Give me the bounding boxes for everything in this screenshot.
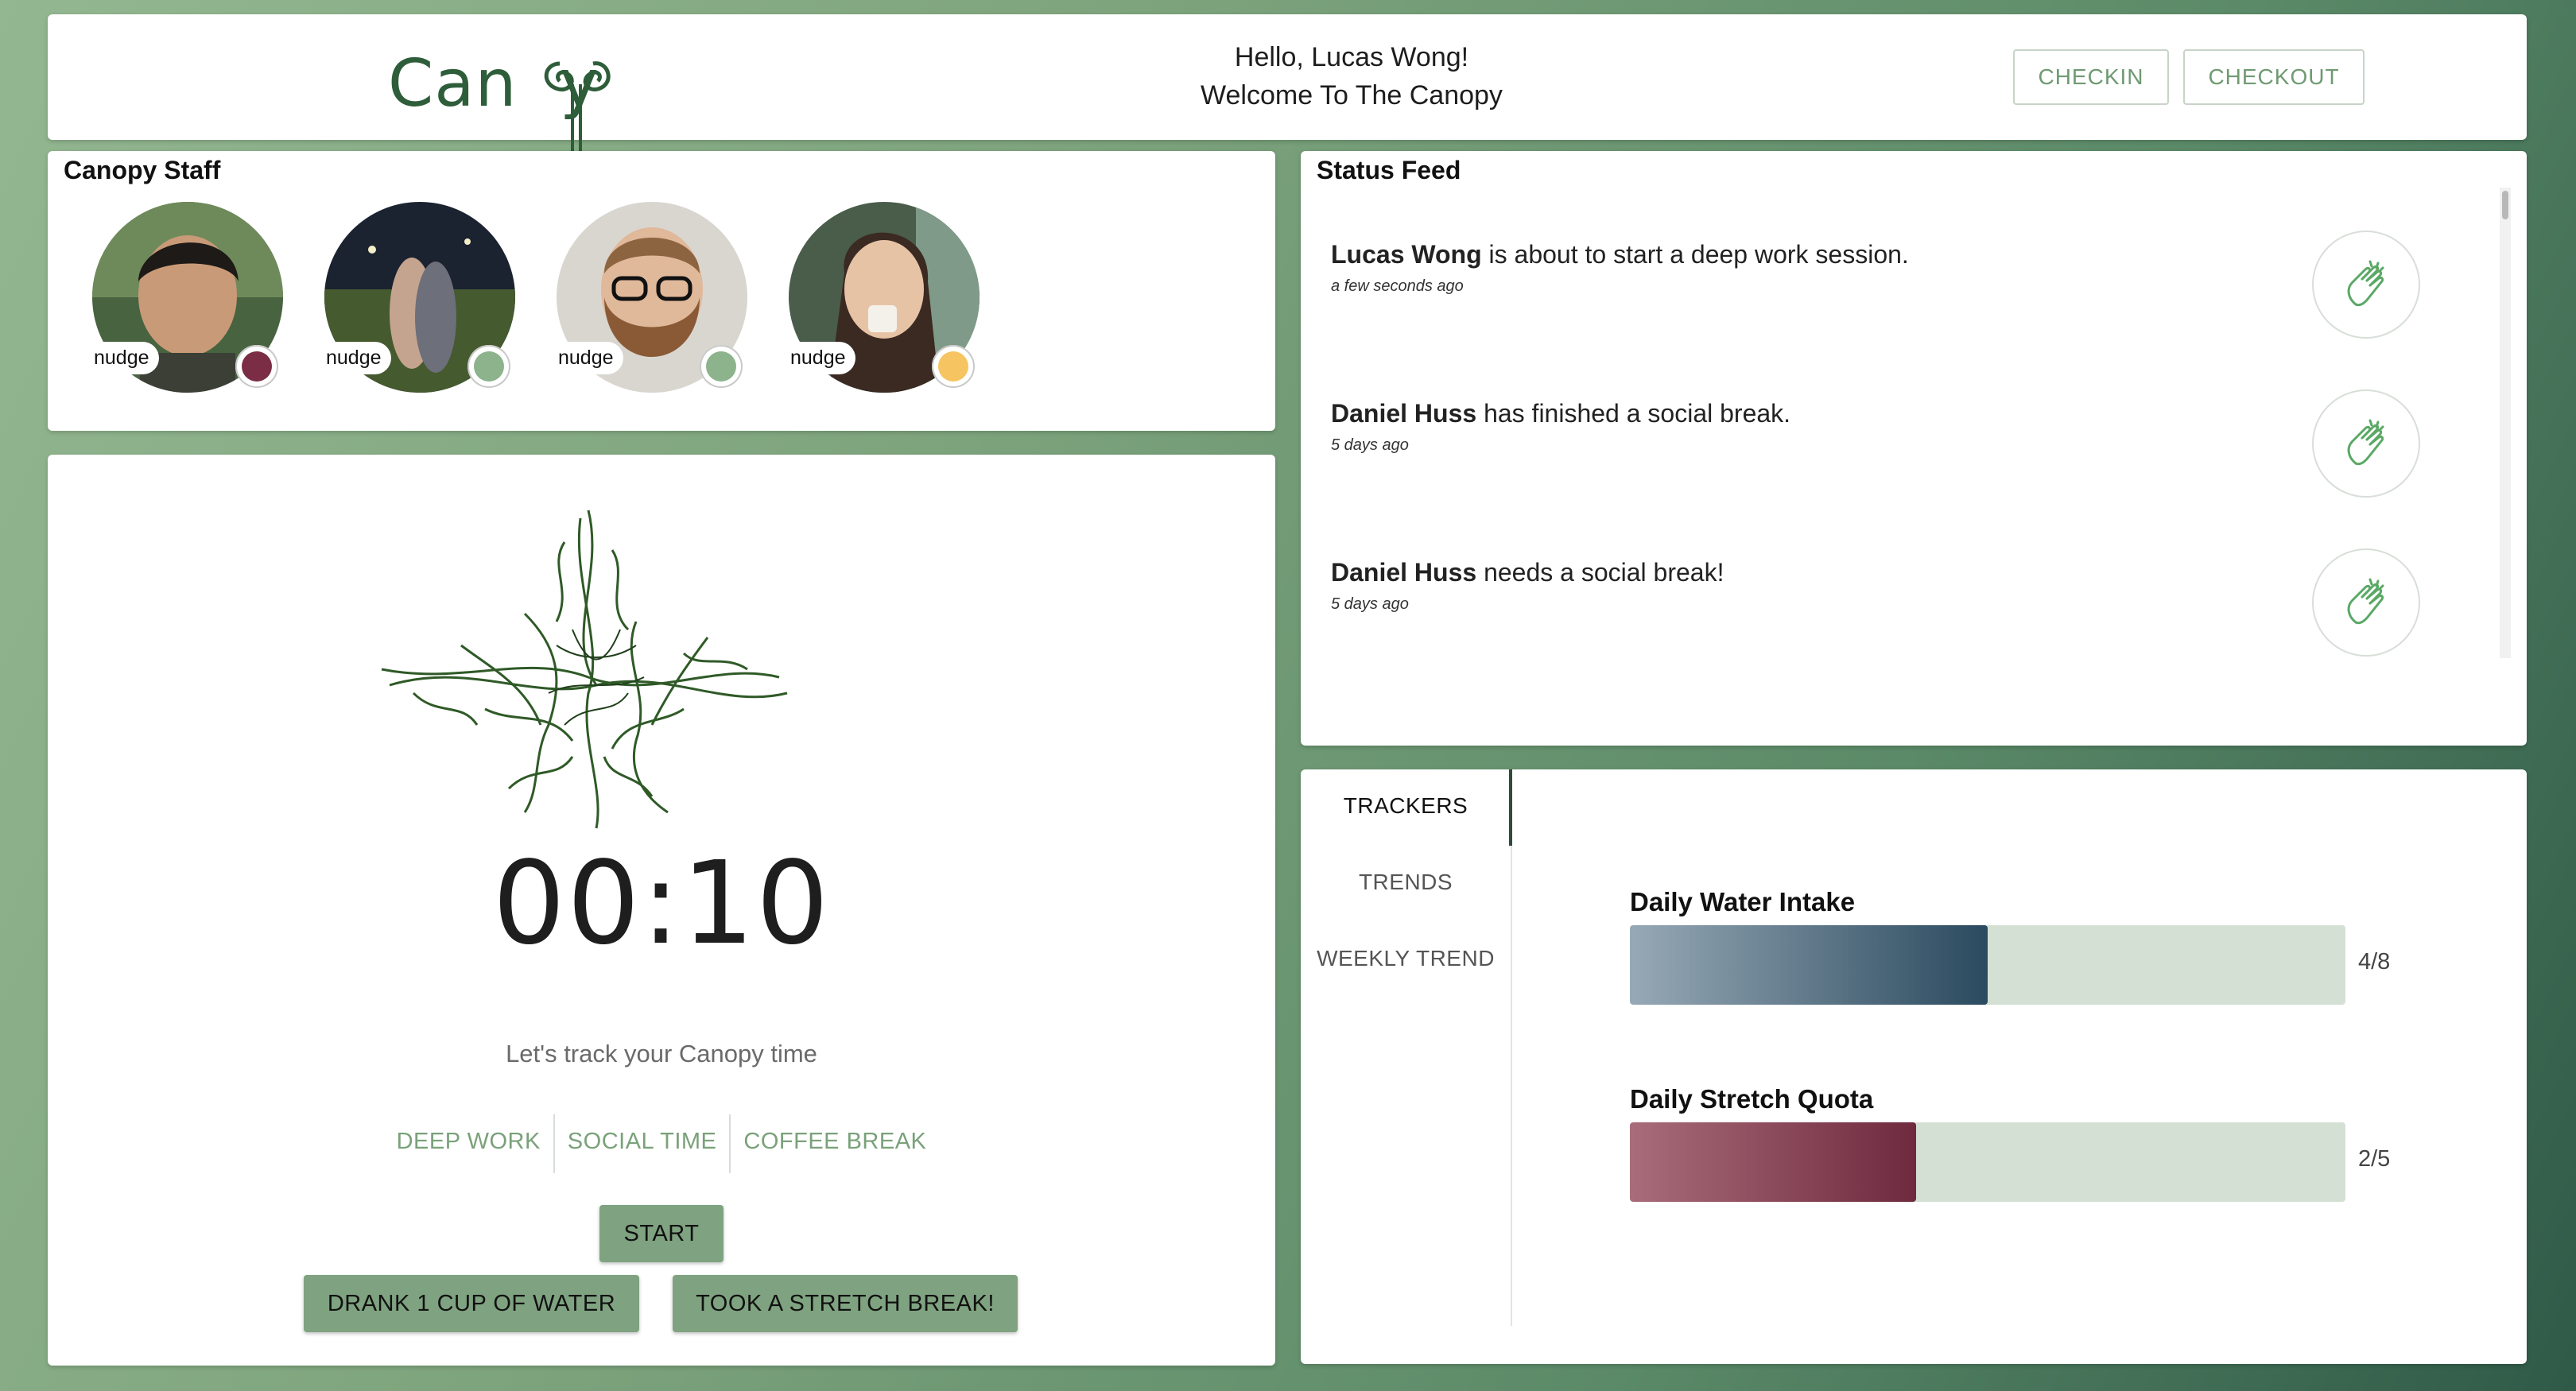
trackers-panel: TRACKERS TRENDS WEEKLY TREND Daily Water… xyxy=(1301,769,2527,1364)
greeting: Hello, Lucas Wong! Welcome To The Canopy xyxy=(1081,38,1622,114)
status-indicator xyxy=(700,345,743,388)
mode-deep-work[interactable]: DEEP WORK xyxy=(384,1121,553,1173)
clap-icon xyxy=(2347,578,2384,625)
stretch-progress-value: 2/5 xyxy=(2358,1146,2391,1172)
stretch-progress-fill xyxy=(1630,1122,1916,1202)
feed-user-name: Daniel Huss xyxy=(1331,399,1477,428)
greeting-line2: Welcome To The Canopy xyxy=(1201,80,1503,110)
status-feed-panel: Status Feed Lucas Wong is about to start… xyxy=(1301,151,2527,746)
plant-illustration xyxy=(381,510,788,829)
scrollbar-thumb[interactable] xyxy=(2502,191,2508,219)
checkin-button[interactable]: CHECKIN xyxy=(2013,49,2169,105)
staff-member[interactable]: nudge xyxy=(781,202,980,393)
feed-text: is about to start a deep work session. xyxy=(1481,240,1909,269)
clap-button[interactable] xyxy=(2312,389,2420,498)
feed-timestamp: 5 days ago xyxy=(1331,595,1409,613)
timer-panel: 00:10 Let's track your Canopy time DEEP … xyxy=(48,455,1275,1366)
clap-button[interactable] xyxy=(2312,548,2420,657)
nudge-button[interactable]: nudge xyxy=(316,342,391,374)
feed-message: Daniel Huss needs a social break! xyxy=(1331,558,2365,587)
stretch-progress-bar xyxy=(1630,1122,2345,1202)
staff-panel: Canopy Staff nudge nudge nudge nudge xyxy=(48,151,1275,431)
feed-text: has finished a social break. xyxy=(1476,399,1791,428)
timer-prompt: Let's track your Canopy time xyxy=(506,1040,817,1067)
tracker-tabs: TRACKERS TRENDS WEEKLY TREND xyxy=(1301,769,1512,1326)
feed-title: Status Feed xyxy=(1317,156,1461,184)
status-indicator xyxy=(467,345,510,388)
nudge-button[interactable]: nudge xyxy=(781,342,855,374)
feed-scrollbar[interactable] xyxy=(2500,188,2511,658)
water-progress-bar xyxy=(1630,925,2345,1005)
feed-message: Lucas Wong is about to start a deep work… xyxy=(1331,240,2365,269)
timer-display: 00:10 xyxy=(492,836,831,970)
tab-trackers[interactable]: TRACKERS xyxy=(1301,793,1511,819)
greeting-line1: Hello, Lucas Wong! xyxy=(1234,42,1469,72)
water-tracker-label: Daily Water Intake xyxy=(1630,887,1856,916)
staff-member[interactable]: nudge xyxy=(316,202,515,393)
feed-text: needs a social break! xyxy=(1476,558,1724,587)
feed-timestamp: 5 days ago xyxy=(1331,436,1409,454)
feed-item: Lucas Wong is about to start a deep work… xyxy=(1331,240,2365,296)
water-progress-fill xyxy=(1630,925,1988,1005)
feed-message: Daniel Huss has finished a social break. xyxy=(1331,399,2365,428)
tab-weekly-trend[interactable]: WEEKLY TREND xyxy=(1301,946,1511,971)
canopy-logo: Can y xyxy=(388,46,627,157)
feed-item: Daniel Huss has finished a social break.… xyxy=(1331,399,2365,455)
status-indicator xyxy=(932,345,975,388)
checkout-button[interactable]: CHECKOUT xyxy=(2183,49,2365,105)
feed-user-name: Lucas Wong xyxy=(1331,240,1482,269)
clap-button[interactable] xyxy=(2312,231,2420,339)
drank-water-button[interactable]: DRANK 1 CUP OF WATER xyxy=(304,1275,639,1332)
water-progress-value: 4/8 xyxy=(2358,949,2391,974)
feed-item: Daniel Huss needs a social break! 5 days… xyxy=(1331,558,2365,614)
start-button[interactable]: START xyxy=(599,1205,724,1262)
nudge-button[interactable]: nudge xyxy=(84,342,159,374)
mode-social-time[interactable]: SOCIAL TIME xyxy=(555,1121,730,1173)
mode-selector: DEEP WORK SOCIAL TIME COFFEE BREAK xyxy=(48,1114,1275,1173)
clap-icon xyxy=(2347,419,2384,466)
feed-timestamp: a few seconds ago xyxy=(1331,277,1464,295)
active-tab-indicator xyxy=(1509,769,1512,846)
clap-icon xyxy=(2347,260,2384,307)
logo-text-left: Can xyxy=(388,46,518,122)
staff-title: Canopy Staff xyxy=(64,156,221,184)
staff-member[interactable]: nudge xyxy=(84,202,283,393)
stretch-break-button[interactable]: TOOK A STRETCH BREAK! xyxy=(673,1275,1018,1332)
status-indicator xyxy=(235,345,278,388)
staff-member[interactable]: nudge xyxy=(549,202,747,393)
feed-user-name: Daniel Huss xyxy=(1331,558,1477,587)
logo-text-right: y xyxy=(560,46,599,122)
stretch-tracker-label: Daily Stretch Quota xyxy=(1630,1084,1874,1114)
header-bar: Can y Hello, Lucas Wong! Welcome To The … xyxy=(48,14,2527,157)
mode-coffee-break[interactable]: COFFEE BREAK xyxy=(731,1121,939,1173)
tab-trends[interactable]: TRENDS xyxy=(1301,870,1511,895)
nudge-button[interactable]: nudge xyxy=(549,342,623,374)
